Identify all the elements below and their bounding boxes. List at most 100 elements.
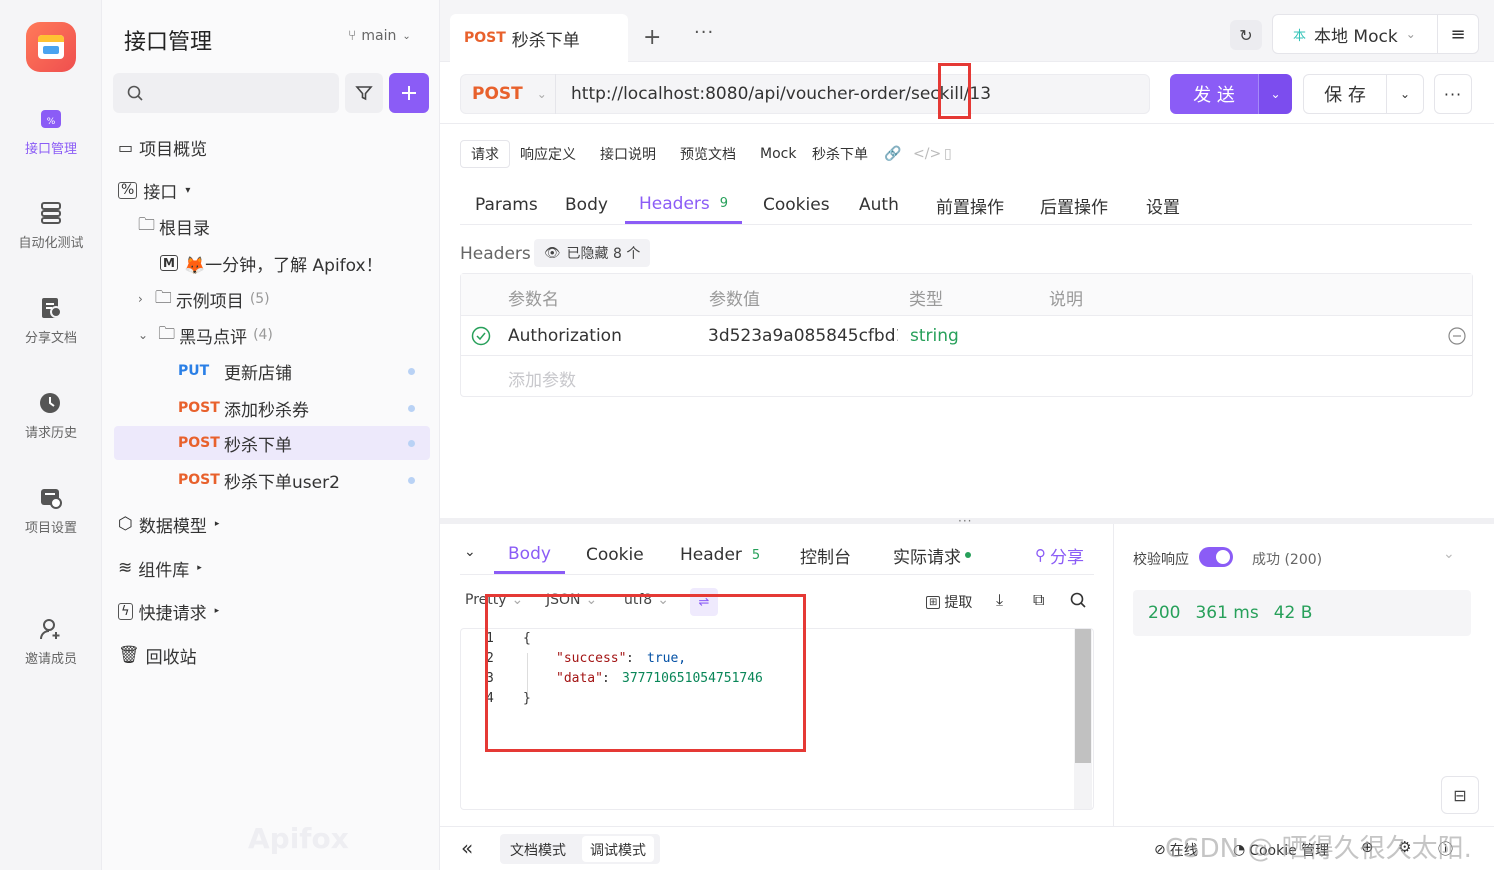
endpoint-item[interactable]: PUT 更新店铺 xyxy=(114,354,430,388)
tab-cookies[interactable]: Cookies xyxy=(763,186,830,224)
tab-body[interactable]: Body xyxy=(565,186,608,224)
rail-project-settings[interactable]: 项目设置 xyxy=(0,485,102,536)
tab-params[interactable]: Params xyxy=(475,186,538,224)
send-dropdown-button[interactable]: ⌄ xyxy=(1258,74,1292,114)
rail-invite[interactable]: 邀请成员 xyxy=(0,616,102,667)
env-selector[interactable]: 本 本地 Mock ⌄ xyxy=(1272,14,1438,54)
refresh-button[interactable]: ↻ xyxy=(1230,20,1262,50)
nav-quick-request[interactable]: ϟ 快捷请求 ▸ xyxy=(118,594,219,628)
method-selector[interactable]: POST ⌄ xyxy=(460,74,556,114)
column-header: 类型 xyxy=(909,290,943,310)
branch-selector[interactable]: ⑂ main ⌄ xyxy=(348,28,411,44)
nav-api-group[interactable]: % 接口 ▾ xyxy=(118,173,190,207)
endpoint-method: POST xyxy=(178,400,220,416)
code-icon[interactable]: </> xyxy=(913,140,941,168)
param-type[interactable]: string xyxy=(910,326,959,346)
chevron-down-icon: ⌄ xyxy=(1270,87,1281,101)
response-tab-header[interactable]: Header 5 xyxy=(680,536,760,574)
app-logo[interactable] xyxy=(26,22,76,72)
param-value[interactable]: 3d523a9a085845cfbd14! xyxy=(708,326,898,346)
annotation-highlight xyxy=(938,63,971,119)
validate-label: 校验响应 xyxy=(1133,552,1189,568)
param-name[interactable]: Authorization xyxy=(508,326,622,346)
tab-settings[interactable]: 设置 xyxy=(1146,186,1180,224)
response-summary: 200 361 ms 42 B xyxy=(1133,590,1471,636)
link-icon[interactable]: 🔗 xyxy=(884,140,901,168)
debug-mode-button[interactable]: 调试模式 xyxy=(582,836,654,862)
tab-headers[interactable]: Headers 9 xyxy=(625,186,743,224)
send-button[interactable]: 发 送 xyxy=(1170,74,1258,114)
chevron-down-icon[interactable]: ⌄ xyxy=(1443,546,1455,562)
folder-count: (4) xyxy=(253,327,273,343)
folder-icon: 🗀 xyxy=(158,323,176,344)
collapse-response-icon[interactable]: ⌄ xyxy=(464,544,476,560)
collapse-sidebar-icon[interactable]: « xyxy=(461,836,473,860)
folder-sample[interactable]: › 🗀 示例项目 (5) xyxy=(138,282,270,316)
subtab-request[interactable]: 请求 xyxy=(460,140,510,168)
tab-active[interactable]: POST 秒杀下单 xyxy=(450,14,628,62)
response-tab-body[interactable]: Body xyxy=(494,536,565,574)
url-input[interactable]: http://localhost:8080/api/voucher-order/… xyxy=(571,84,991,104)
endpoint-item[interactable]: POST 秒杀下单user2 xyxy=(114,463,430,497)
menu-button[interactable]: ≡ xyxy=(1437,14,1479,54)
filter-button[interactable] xyxy=(345,73,383,113)
tab-pre-ops[interactable]: 前置操作 xyxy=(936,186,1004,224)
tab-post-ops[interactable]: 后置操作 xyxy=(1040,186,1108,224)
search-field[interactable] xyxy=(153,81,323,105)
divider xyxy=(460,574,1094,575)
headers-label: Headers xyxy=(460,244,531,264)
panel-toggle-icon[interactable]: ▯ xyxy=(944,140,952,168)
rail-share-doc[interactable]: 分享文档 xyxy=(0,295,102,346)
response-tab-actual[interactable]: 实际请求 xyxy=(893,536,971,574)
doc-label: 🦊一分钟，了解 Apifox！ xyxy=(183,255,383,276)
subtab-label: 请求 xyxy=(471,147,499,163)
doc-mode-button[interactable]: 文档模式 xyxy=(510,840,566,860)
subtab-label: 预览文档 xyxy=(680,147,736,163)
new-tab-button[interactable]: + xyxy=(643,25,661,50)
copy-icon[interactable]: ⧉ xyxy=(1033,590,1044,610)
subtab-mock[interactable]: Mock xyxy=(760,140,796,168)
nav-models[interactable]: ⬡ 数据模型 ▸ xyxy=(118,507,219,541)
download-icon[interactable]: ⤓ xyxy=(996,590,1003,610)
folder-root[interactable]: 🗀 根目录 xyxy=(138,209,210,243)
tab-auth[interactable]: Auth xyxy=(859,186,899,224)
doc-intro[interactable]: M 🦊一分钟，了解 Apifox！ xyxy=(160,246,383,280)
api-icon: % xyxy=(38,106,64,132)
subtab-response-def[interactable]: 响应定义 xyxy=(520,140,576,168)
endpoint-item-selected[interactable]: POST 秒杀下单 xyxy=(114,426,430,460)
nav-overview[interactable]: ▭ 项目概览 xyxy=(118,130,207,164)
add-param-input[interactable]: 添加参数 xyxy=(508,366,576,391)
nav-trash[interactable]: 🗑 回收站 xyxy=(118,638,197,672)
nav-components[interactable]: ≋ 组件库 ▸ xyxy=(118,551,202,585)
hidden-headers-toggle[interactable]: 👁 已隐藏 8 个 xyxy=(534,239,651,267)
more-options-button[interactable]: ··· xyxy=(1434,74,1472,114)
layout-toggle-button[interactable]: ⊟ xyxy=(1441,776,1479,814)
remove-icon[interactable] xyxy=(1448,327,1466,345)
subtab-preview[interactable]: 预览文档 xyxy=(680,140,736,168)
folder-heima[interactable]: ⌄ 🗀 黑马点评 (4) xyxy=(138,318,273,352)
search-icon[interactable] xyxy=(1070,592,1087,609)
subtab-api-desc[interactable]: 接口说明 xyxy=(600,140,656,168)
rail-auto-test[interactable]: 自动化测试 xyxy=(0,200,102,251)
editor-scrollbar[interactable] xyxy=(1074,629,1092,809)
status-code: 200 xyxy=(1148,603,1181,623)
drag-handle-icon[interactable]: ··· xyxy=(958,514,972,528)
response-tab-console[interactable]: 控制台 xyxy=(800,536,851,574)
endpoint-method: PUT xyxy=(178,363,210,379)
extract-button[interactable]: ⊞ 提取 xyxy=(926,592,972,612)
scrollbar-thumb[interactable] xyxy=(1075,629,1091,763)
save-dropdown-button[interactable]: ⌄ xyxy=(1386,74,1424,114)
validate-toggle[interactable] xyxy=(1199,547,1233,567)
add-button[interactable] xyxy=(389,73,429,113)
check-circle-icon[interactable] xyxy=(471,326,491,346)
history-icon xyxy=(38,390,64,416)
response-tab-cookie[interactable]: Cookie xyxy=(586,536,644,574)
more-tabs-icon[interactable]: ··· xyxy=(694,22,714,43)
rail-history[interactable]: 请求历史 xyxy=(0,390,102,441)
rail-api-management[interactable]: % 接口管理 xyxy=(0,106,102,157)
search-input[interactable] xyxy=(113,73,339,113)
save-button[interactable]: 保 存 xyxy=(1303,74,1387,114)
endpoint-item[interactable]: POST 添加秒杀券 xyxy=(114,391,430,425)
share-button[interactable]: ⚲ 分享 xyxy=(1035,536,1084,574)
extract-label: 提取 xyxy=(944,595,973,611)
